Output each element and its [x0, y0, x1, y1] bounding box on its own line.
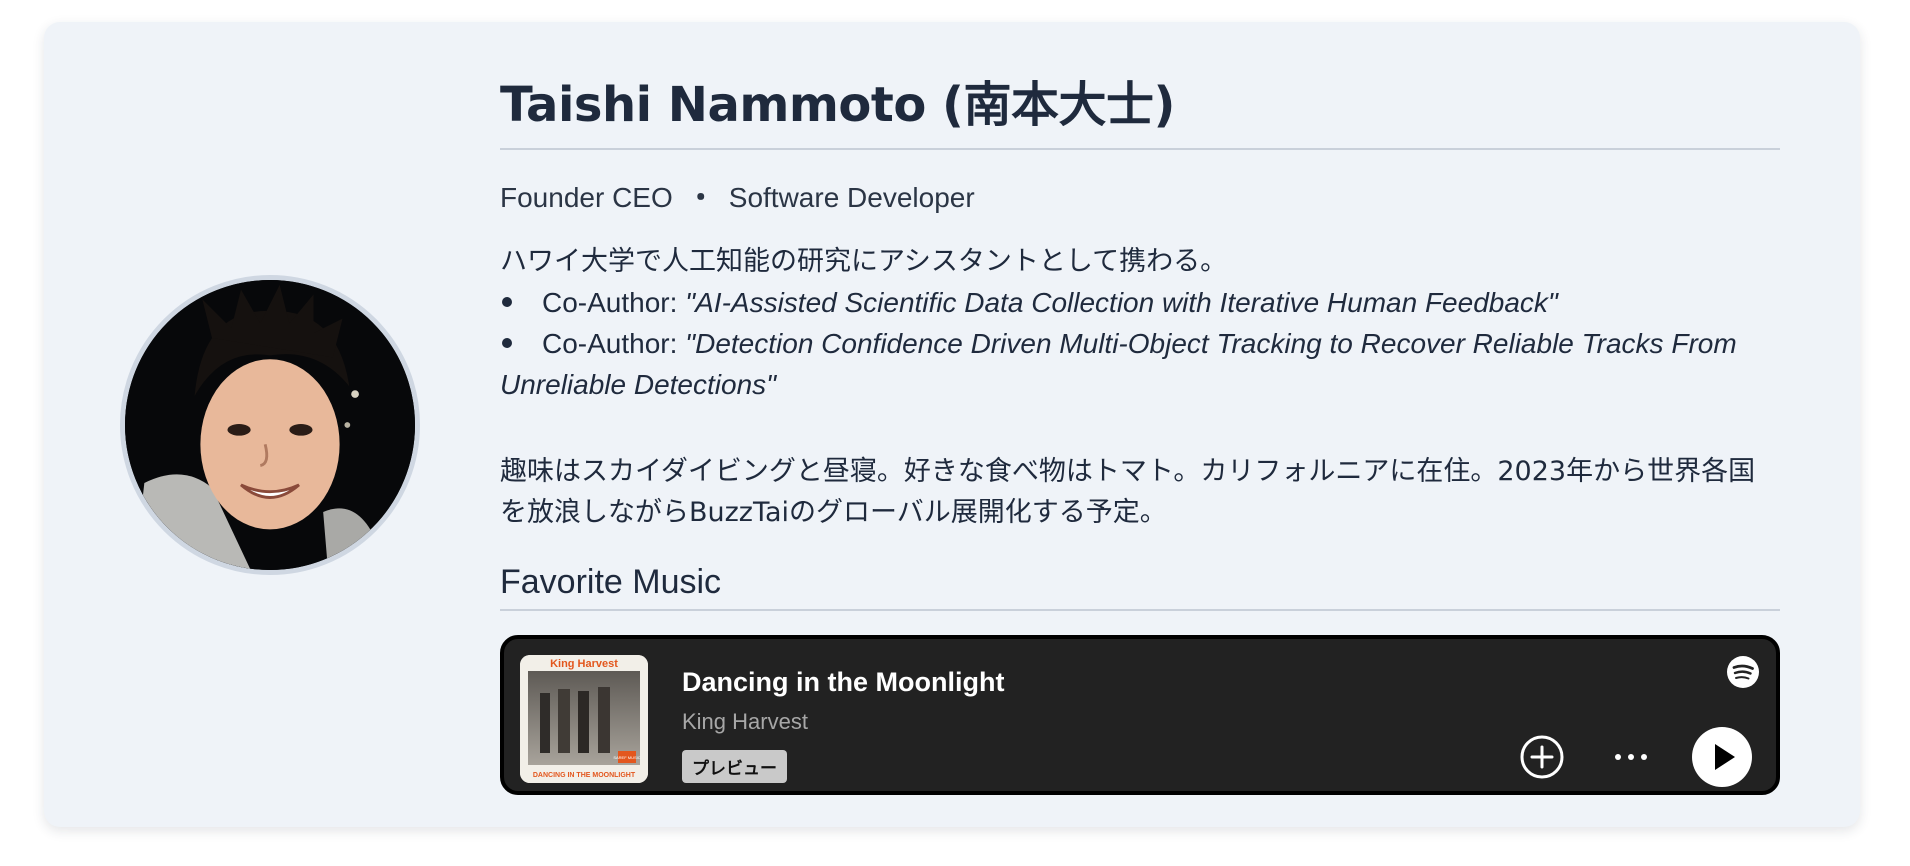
artist-name[interactable]: King Harvest: [682, 709, 808, 735]
play-icon: [1715, 744, 1735, 770]
publication-prefix: Co-Author:: [542, 287, 686, 318]
plus-circle-icon[interactable]: [1518, 733, 1566, 781]
play-button[interactable]: [1692, 727, 1752, 787]
cover-bottom-text: DANCING IN THE MOONLIGHT: [533, 772, 636, 779]
cover-top-text: King Harvest: [550, 658, 618, 670]
profile-name: Taishi Nammoto (南本大士): [500, 77, 1175, 133]
publication-title: "Detection Confidence Driven Multi-Objec…: [500, 328, 1737, 400]
favorite-music-heading: Favorite Music: [500, 563, 722, 601]
publication-item: Co-Author: "Detection Confidence Driven …: [500, 323, 1780, 405]
profile-content: Taishi Nammoto (南本大士) Founder CEO ・ Softwa…: [500, 72, 1780, 795]
publication-list: Co-Author: "AI-Assisted Scientific Data …: [500, 282, 1780, 405]
publication-prefix: Co-Author:: [542, 328, 686, 359]
publication-item: Co-Author: "AI-Assisted Scientific Data …: [500, 282, 1780, 323]
bullet-icon: [502, 296, 512, 307]
profile-card: Taishi Nammoto (南本大士) Founder CEO ・ Softwa…: [44, 22, 1860, 827]
publication-title: "AI-Assisted Scientific Data Collection …: [685, 287, 1558, 318]
cover-badge-text: SAREF MUSIC: [613, 755, 640, 760]
roles-line: Founder CEO ・ Software Developer: [500, 178, 1780, 218]
more-horizontal-icon[interactable]: [1609, 737, 1653, 777]
bullet-icon: [502, 337, 512, 348]
album-cover-art: King Harvest SAREF MUSIC DANCING IN THE …: [520, 655, 648, 783]
spotify-player[interactable]: King Harvest SAREF MUSIC DANCING IN THE …: [500, 635, 1780, 795]
bio-intro: ハワイ大学で人工知能の研究にアシスタントとして携わる。: [500, 246, 1228, 277]
role-separator: ・: [686, 182, 715, 213]
role-developer: Software Developer: [728, 182, 975, 213]
role-founder: Founder CEO: [500, 182, 673, 213]
preview-badge: プレビュー: [682, 750, 787, 783]
track-title[interactable]: Dancing in the Moonlight: [682, 667, 1004, 698]
title-divider: [500, 148, 1780, 150]
spotify-icon[interactable]: [1726, 655, 1760, 689]
avatar: [120, 275, 420, 575]
album-cover[interactable]: King Harvest SAREF MUSIC DANCING IN THE …: [520, 655, 648, 783]
music-divider: [500, 609, 1780, 611]
hobbies-text: 趣味はスカイダイビングと昼寝。好きな食べ物はトマト。カリフォルニアに在住。202…: [500, 456, 1756, 528]
avatar-photo: [125, 280, 415, 570]
